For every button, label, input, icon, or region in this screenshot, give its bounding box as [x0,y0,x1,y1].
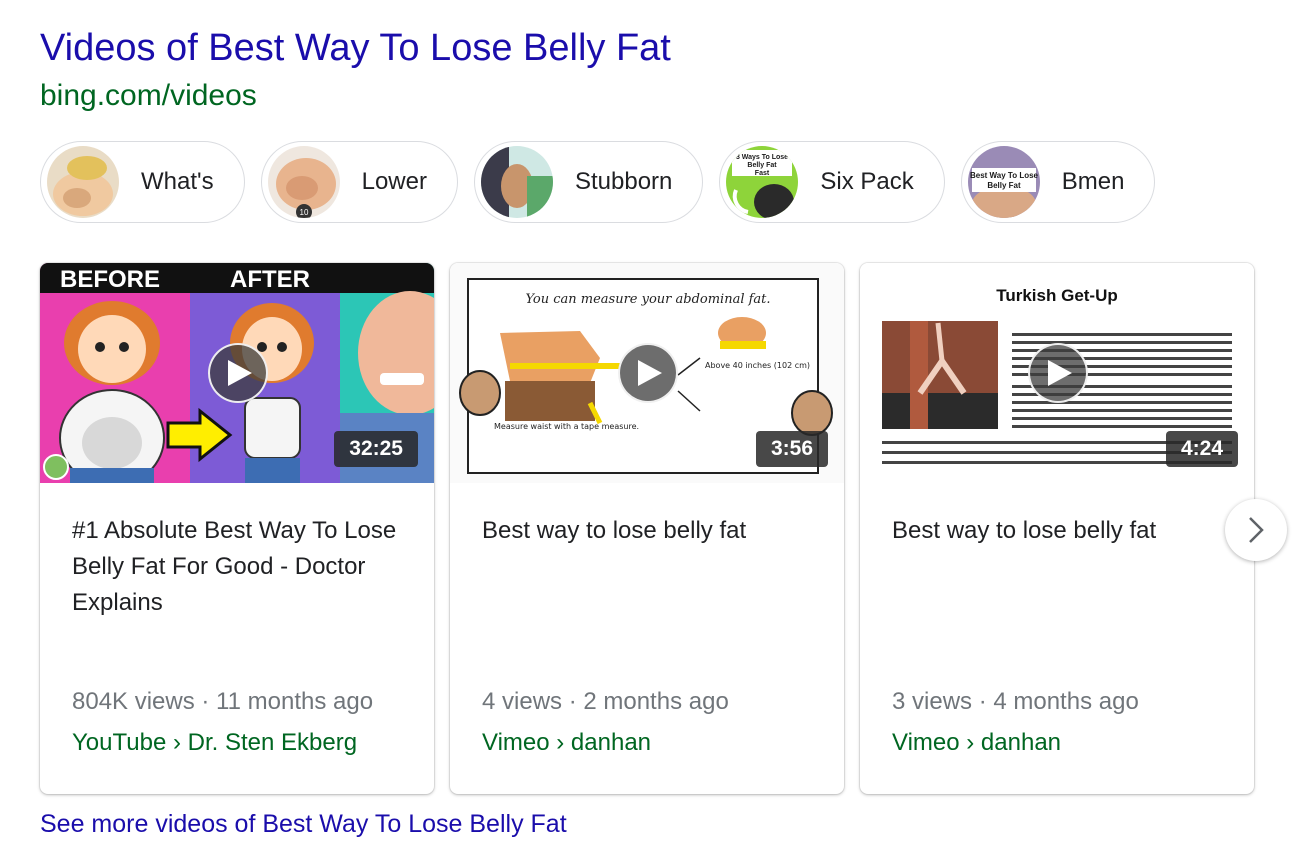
video-meta: 4 views · 2 months ago [482,688,729,715]
video-meta: 804K views · 11 months ago [72,688,374,715]
thumbnail-caption: Measure waist with a tape measure. [494,422,639,431]
chip-label: Lower [361,168,427,195]
video-duration: 4:24 [1165,431,1238,467]
video-duration: 32:25 [334,431,418,467]
video-duration: 3:56 [755,431,828,467]
source-url: bing.com/videos [40,79,257,112]
play-button[interactable] [1028,343,1088,403]
chip-label: Stubborn [574,168,673,195]
play-button[interactable] [208,343,268,403]
thumbnail-heading: Turkish Get-Up [996,286,1118,305]
svg-text:Best Way To Lose: Best Way To Lose [970,171,1039,180]
chip-thumbnail-image [47,146,119,218]
play-button[interactable] [618,343,678,403]
chip-thumbnail-image [480,146,553,218]
chip-thumbnail-image: 10 [267,146,340,218]
video-title[interactable]: Best way to lose belly fat [482,513,812,549]
play-icon [1048,360,1072,386]
chip-thumbnail-image: Best Way To Lose Belly Fat [967,146,1040,218]
see-more-videos-link[interactable]: See more videos of Best Way To Lose Bell… [40,810,567,839]
svg-text:Belly Fat: Belly Fat [987,181,1021,190]
thumbnail-after-label: AFTER [230,266,310,293]
chip-whats[interactable]: What's [40,141,245,223]
chip-thumbnail-number: 10 [299,208,308,217]
video-card[interactable]: You can measure your abdominal fat. Meas… [450,263,844,794]
chevron-right-icon [1249,517,1264,543]
thumbnail-before-label: BEFORE [60,266,160,293]
chip-label: What's [141,168,214,195]
chip-lower[interactable]: 10 Lower [260,141,458,223]
thumbnail-note: Above 40 inches (102 cm) [705,361,810,370]
svg-text:Fast: Fast [755,170,770,177]
svg-text:3 Ways To Lose: 3 Ways To Lose [736,154,788,161]
video-thumbnail[interactable]: BEFORE AFTER 32:25 [40,263,434,483]
section-title-link[interactable]: Videos of Best Way To Lose Belly Fat [40,26,671,70]
play-icon [638,360,662,386]
video-thumbnail[interactable]: Turkish Get-Up 4:24 [860,263,1254,483]
thumbnail-heading: You can measure your abdominal fat. [525,292,770,307]
chip-label: Six Pack [820,168,914,195]
svg-text:Belly Fat: Belly Fat [748,162,778,169]
video-source: YouTube › Dr. Sten Ekberg [72,729,358,756]
chip-label: Bmen [1061,168,1125,195]
video-thumbnail[interactable]: You can measure your abdominal fat. Meas… [450,263,844,483]
chip-bmen[interactable]: Best Way To Lose Belly Fat Bmen [960,141,1156,223]
chip-thumbnail-image: 3 Ways To Lose Belly Fat Fast [726,146,799,218]
video-meta: 3 views · 4 months ago [892,688,1139,715]
related-search-chips: What's 10 Lower Stubborn 3 Ways To Lose … [40,141,1156,223]
video-source: Vimeo › danhan [892,729,1062,756]
video-card[interactable]: Turkish Get-Up 4:24 Best way to lose bel… [860,263,1254,794]
video-title[interactable]: #1 Absolute Best Way To Lose Belly Fat F… [72,513,402,621]
play-icon [228,360,252,386]
video-carousel: BEFORE AFTER 32:25 #1 Absolute Best Way … [40,263,1254,794]
chip-stubborn[interactable]: Stubborn [473,141,704,223]
video-card[interactable]: BEFORE AFTER 32:25 #1 Absolute Best Way … [40,263,434,794]
video-title[interactable]: Best way to lose belly fat [892,513,1222,549]
chip-six-pack[interactable]: 3 Ways To Lose Belly Fat Fast Six Pack [719,141,945,223]
video-source: Vimeo › danhan [482,729,652,756]
carousel-next-button[interactable] [1225,499,1287,561]
